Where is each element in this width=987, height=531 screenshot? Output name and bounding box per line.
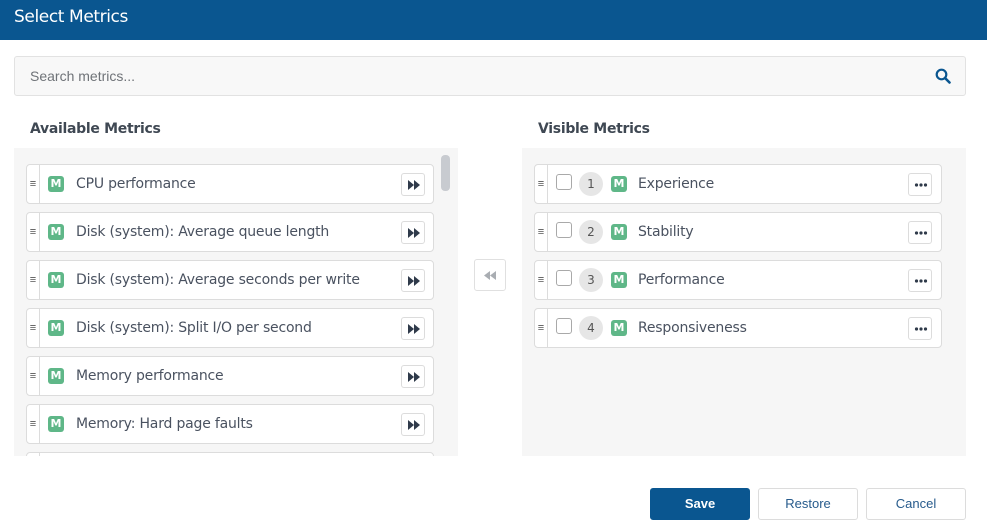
- available-metric-item[interactable]: ≡ M Memory performance: [26, 356, 434, 396]
- search-input[interactable]: [15, 57, 915, 95]
- visible-metrics-title: Visible Metrics: [538, 121, 650, 137]
- metric-label: Experience: [638, 176, 715, 192]
- drag-handle-icon[interactable]: ≡: [535, 261, 548, 299]
- dialog-title: Select Metrics: [14, 7, 128, 27]
- fast-forward-icon: [408, 276, 420, 286]
- metric-checkbox[interactable]: [556, 270, 572, 286]
- add-metric-button[interactable]: [401, 317, 425, 340]
- fast-forward-icon: [408, 228, 420, 238]
- metric-menu-button[interactable]: [908, 269, 932, 292]
- cancel-button[interactable]: Cancel: [866, 488, 966, 520]
- restore-button[interactable]: Restore: [758, 488, 858, 520]
- drag-handle-icon[interactable]: ≡: [27, 261, 40, 299]
- metric-badge: M: [48, 320, 64, 336]
- add-metric-button[interactable]: [401, 269, 425, 292]
- drag-handle-icon[interactable]: ≡: [27, 357, 40, 395]
- drag-handle-icon[interactable]: ≡: [27, 213, 40, 251]
- metric-badge: M: [48, 368, 64, 384]
- available-metric-item[interactable]: [26, 452, 434, 456]
- drag-handle-icon[interactable]: ≡: [27, 165, 40, 203]
- drag-handle-icon[interactable]: ≡: [535, 309, 548, 347]
- available-metric-item[interactable]: ≡ M Disk (system): Split I/O per second: [26, 308, 434, 348]
- metric-menu-button[interactable]: [908, 317, 932, 340]
- fast-forward-icon: [408, 324, 420, 334]
- metric-label: Responsiveness: [638, 320, 747, 336]
- search-box: [14, 56, 966, 96]
- fast-forward-icon: [408, 180, 420, 190]
- metric-label: Memory: Hard page faults: [76, 416, 253, 432]
- metric-checkbox[interactable]: [556, 222, 572, 238]
- metric-badge: M: [48, 272, 64, 288]
- add-metric-button[interactable]: [401, 413, 425, 436]
- available-metrics-list: ≡ M CPU performance ≡ M Disk (system): A…: [14, 148, 458, 456]
- drag-handle-icon[interactable]: ≡: [27, 405, 40, 443]
- metric-label: Stability: [638, 224, 694, 240]
- visible-metric-item[interactable]: ≡ 1 M Experience: [534, 164, 942, 204]
- available-metrics-title: Available Metrics: [30, 121, 161, 137]
- metric-menu-button[interactable]: [908, 221, 932, 244]
- available-metric-item[interactable]: ≡ M CPU performance: [26, 164, 434, 204]
- add-metric-button[interactable]: [401, 221, 425, 244]
- fast-forward-icon: [408, 420, 420, 430]
- metric-label: Disk (system): Split I/O per second: [76, 320, 312, 336]
- add-metric-button[interactable]: [401, 173, 425, 196]
- metric-label: Memory performance: [76, 368, 224, 384]
- metric-menu-button[interactable]: [908, 173, 932, 196]
- more-icon: [914, 327, 928, 331]
- search-icon[interactable]: [935, 68, 951, 84]
- order-badge: 2: [579, 220, 603, 244]
- metric-label: Disk (system): Average queue length: [76, 224, 330, 240]
- dialog-header: Select Metrics: [0, 0, 987, 40]
- metric-badge: M: [611, 224, 627, 240]
- metric-badge: M: [48, 416, 64, 432]
- save-button[interactable]: Save: [650, 488, 750, 520]
- remove-all-button[interactable]: [474, 259, 506, 291]
- order-badge: 1: [579, 172, 603, 196]
- more-icon: [914, 279, 928, 283]
- available-list-scrollbar[interactable]: [441, 155, 450, 191]
- more-icon: [914, 183, 928, 187]
- rewind-icon: [484, 271, 496, 280]
- order-badge: 3: [579, 268, 603, 292]
- metric-badge: M: [611, 176, 627, 192]
- metric-checkbox[interactable]: [556, 174, 572, 190]
- more-icon: [914, 231, 928, 235]
- available-metric-item[interactable]: ≡ M Disk (system): Average queue length: [26, 212, 434, 252]
- fast-forward-icon: [408, 372, 420, 382]
- visible-metric-item[interactable]: ≡ 2 M Stability: [534, 212, 942, 252]
- available-metric-item[interactable]: ≡ M Disk (system): Average seconds per w…: [26, 260, 434, 300]
- metric-checkbox[interactable]: [556, 318, 572, 334]
- metric-label: Disk (system): Average seconds per write: [76, 272, 360, 288]
- visible-metrics-list: ≡ 1 M Experience ≡ 2 M Stability ≡ 3 M P…: [522, 148, 966, 456]
- drag-handle-icon[interactable]: ≡: [535, 165, 548, 203]
- available-metric-item[interactable]: ≡ M Memory: Hard page faults: [26, 404, 434, 444]
- metric-badge: M: [48, 176, 64, 192]
- order-badge: 4: [579, 316, 603, 340]
- visible-metric-item[interactable]: ≡ 4 M Responsiveness: [534, 308, 942, 348]
- metric-label: CPU performance: [76, 176, 196, 192]
- drag-handle-icon[interactable]: ≡: [27, 309, 40, 347]
- metric-badge: M: [611, 320, 627, 336]
- metric-badge: M: [611, 272, 627, 288]
- metric-label: Performance: [638, 272, 725, 288]
- visible-metric-item[interactable]: ≡ 3 M Performance: [534, 260, 942, 300]
- add-metric-button[interactable]: [401, 365, 425, 388]
- metric-badge: M: [48, 224, 64, 240]
- drag-handle-icon[interactable]: ≡: [535, 213, 548, 251]
- drag-handle-icon[interactable]: [27, 453, 40, 456]
